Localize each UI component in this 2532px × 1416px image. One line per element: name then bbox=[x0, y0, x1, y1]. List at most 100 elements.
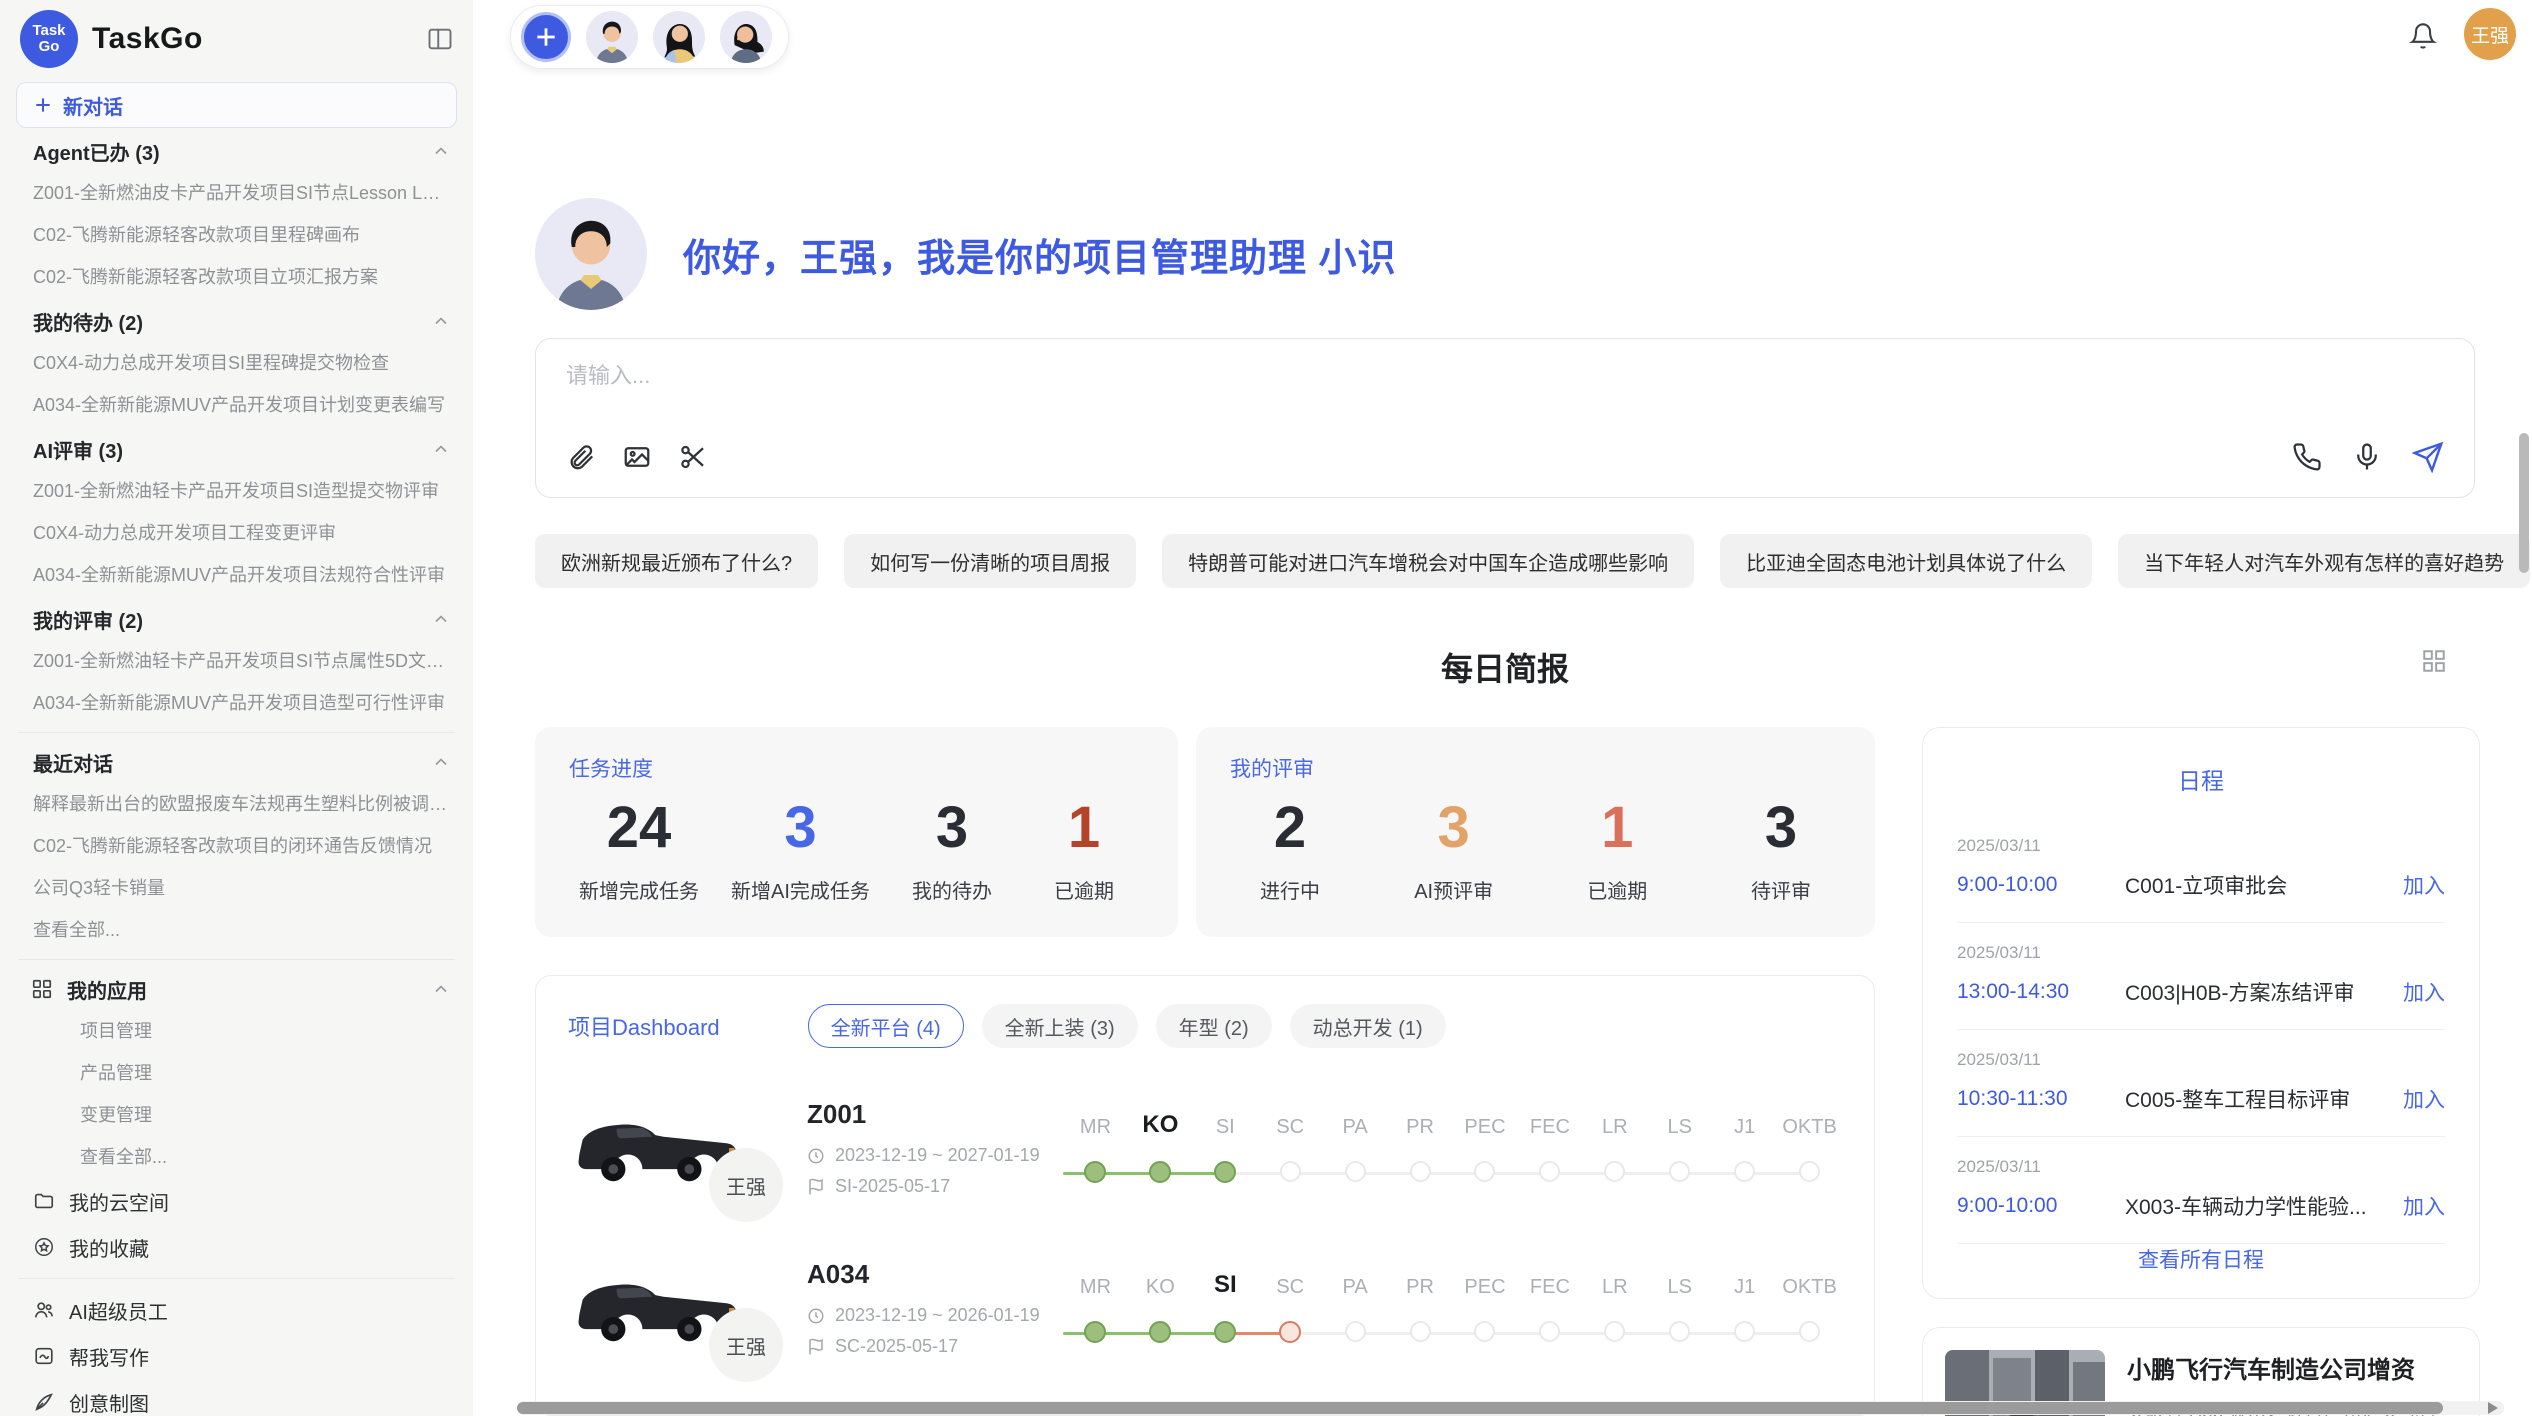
milestone-dot-done bbox=[1149, 1321, 1171, 1343]
sidebar-item-creative-drawing[interactable]: 创意制图 bbox=[16, 1379, 457, 1416]
sidebar-chat-item[interactable]: C02-飞腾新能源轻客改款项目的闭环通告反馈情况 bbox=[16, 825, 457, 867]
tab-all-new-platform[interactable]: 全新平台 (4) bbox=[808, 1004, 964, 1048]
screenshot-scissors-icon[interactable] bbox=[678, 442, 708, 472]
project-dates: 2023-12-19 ~ 2027-01-19 bbox=[835, 1145, 1040, 1166]
milestone-label: PR bbox=[1388, 1276, 1453, 1299]
chevron-up-icon bbox=[431, 141, 451, 161]
section-title: 最近对话 bbox=[33, 748, 113, 777]
send-icon[interactable] bbox=[2412, 441, 2444, 473]
milestone-label: PA bbox=[1323, 1276, 1388, 1299]
clock-icon bbox=[807, 1307, 825, 1325]
schedule-date: 2025/03/11 bbox=[1957, 1157, 2445, 1177]
suggestion-chip[interactable]: 如何写一份清晰的项目周报 bbox=[844, 534, 1136, 588]
layout-grid-icon[interactable] bbox=[2421, 648, 2447, 679]
microphone-icon[interactable] bbox=[2352, 442, 2382, 472]
milestone-dot-pending bbox=[1734, 1161, 1755, 1182]
sidebar-collapse-icon[interactable] bbox=[423, 22, 457, 56]
suggestion-chip[interactable]: 欧洲新规最近颁布了什么? bbox=[535, 534, 818, 588]
view-all-schedule-link[interactable]: 查看所有日程 bbox=[1957, 1244, 2445, 1274]
sidebar-chat-item[interactable]: 解释最新出台的欧盟报废车法规再生塑料比例被调至15%... bbox=[16, 783, 457, 825]
section-header-my-todo[interactable]: 我的待办 (2) bbox=[16, 300, 457, 342]
sidebar-app-item[interactable]: 变更管理 bbox=[16, 1094, 457, 1136]
agent-avatar-1[interactable] bbox=[586, 11, 638, 63]
sidebar-task-item[interactable]: A034-全新新能源MUV产品开发项目造型可行性评审 bbox=[16, 682, 457, 724]
join-link[interactable]: 加入 bbox=[2403, 870, 2445, 900]
cloud-space-label: 我的云空间 bbox=[69, 1187, 169, 1216]
project-owner-badge: 王强 bbox=[709, 1148, 783, 1222]
hero-section: 你好，王强，我是你的项目管理助理 小识 bbox=[535, 198, 2475, 310]
join-link[interactable]: 加入 bbox=[2403, 1084, 2445, 1114]
sidebar-app-item[interactable]: 产品管理 bbox=[16, 1052, 457, 1094]
milestone-dot-done bbox=[1084, 1161, 1106, 1183]
schedule-time: 13:00-14:30 bbox=[1957, 980, 2125, 1004]
my-review-card: 我的评审 2 进行中 3 AI预评审 bbox=[1196, 727, 1875, 937]
new-chat-button[interactable]: 新对话 bbox=[16, 82, 457, 128]
milestone-dot-done bbox=[1149, 1161, 1171, 1183]
section-header-ai-review[interactable]: AI评审 (3) bbox=[16, 428, 457, 470]
sidebar-item-ai-super-staff[interactable]: AI超级员工 bbox=[16, 1287, 457, 1333]
section-header-my-review[interactable]: 我的评审 (2) bbox=[16, 598, 457, 640]
tab-model-year[interactable]: 年型 (2) bbox=[1156, 1004, 1272, 1048]
sidebar-task-item[interactable]: C0X4-动力总成开发项目工程变更评审 bbox=[16, 512, 457, 554]
sidebar-item-cloud-space[interactable]: 我的云空间 bbox=[16, 1178, 457, 1224]
attachment-icon[interactable] bbox=[566, 442, 596, 472]
join-link[interactable]: 加入 bbox=[2403, 977, 2445, 1007]
section-header-recent-chats[interactable]: 最近对话 bbox=[16, 741, 457, 783]
milestone-dot-pending bbox=[1604, 1161, 1625, 1182]
section-header-agent-done[interactable]: Agent已办 (3) bbox=[16, 130, 457, 172]
project-row-a034[interactable]: 王强 A034 2023-12-19 ~ 2026-01-19 bbox=[568, 1238, 1842, 1378]
horizontal-scrollbar[interactable] bbox=[517, 1401, 2504, 1415]
schedule-event-title: C001-立项审批会 bbox=[2125, 870, 2403, 900]
voice-call-icon[interactable] bbox=[2292, 442, 2322, 472]
vertical-scrollbar-thumb[interactable] bbox=[2519, 433, 2529, 573]
schedule-time: 9:00-10:00 bbox=[1957, 873, 2125, 897]
tab-powertrain-dev[interactable]: 动总开发 (1) bbox=[1290, 1004, 1446, 1048]
project-row-z001[interactable]: 王强 Z001 2023-12-19 ~ 2027-01-19 bbox=[568, 1078, 1842, 1218]
scroll-right-arrow[interactable] bbox=[2488, 1402, 2498, 1414]
horizontal-scrollbar-thumb[interactable] bbox=[517, 1402, 2443, 1414]
suggestion-chip[interactable]: 比亚迪全固态电池计划具体说了什么 bbox=[1720, 534, 2092, 588]
sidebar-task-item[interactable]: Z001-全新燃油轻卡产品开发项目SI节点属性5D文件评审 bbox=[16, 640, 457, 682]
sidebar-task-item[interactable]: C02-飞腾新能源轻客改款项目立项汇报方案 bbox=[16, 256, 457, 298]
section-title: 我的应用 bbox=[67, 975, 147, 1004]
sidebar-item-help-me-write[interactable]: 帮我写作 bbox=[16, 1333, 457, 1379]
sidebar-task-item[interactable]: Z001-全新燃油轻卡产品开发项目SI造型提交物评审 bbox=[16, 470, 457, 512]
logo-row: Task Go TaskGo bbox=[16, 8, 457, 70]
logo-text-top: Task bbox=[32, 23, 65, 39]
section-header-my-apps[interactable]: 我的应用 bbox=[16, 968, 457, 1010]
new-chat-label: 新对话 bbox=[63, 91, 123, 120]
milestone-label: SI bbox=[1193, 1271, 1258, 1299]
tab-all-new-body[interactable]: 全新上装 (3) bbox=[982, 1004, 1138, 1048]
sidebar-task-item[interactable]: C02-飞腾新能源轻客改款项目里程碑画布 bbox=[16, 214, 457, 256]
sidebar-task-item[interactable]: A034-全新新能源MUV产品开发项目法规符合性评审 bbox=[16, 554, 457, 596]
milestone-dot-pending bbox=[1474, 1161, 1495, 1182]
section-list-recent-chats: 解释最新出台的欧盟报废车法规再生塑料比例被调至15%...C02-飞腾新能源轻客… bbox=[16, 783, 457, 951]
user-name: 王强 bbox=[2471, 21, 2509, 48]
sidebar-task-item[interactable]: A034-全新新能源MUV产品开发项目计划变更表编写 bbox=[16, 384, 457, 426]
greeting-title: 你好，王强，我是你的项目管理助理 小识 bbox=[683, 227, 1397, 282]
sidebar-app-item[interactable]: 项目管理 bbox=[16, 1010, 457, 1052]
pen-icon bbox=[33, 1391, 55, 1413]
agent-avatar-3[interactable] bbox=[720, 11, 772, 63]
sidebar-item-favorites[interactable]: 我的收藏 bbox=[16, 1224, 457, 1270]
agent-avatar-2[interactable] bbox=[653, 11, 705, 63]
add-agent-button[interactable] bbox=[521, 12, 571, 62]
sidebar-chat-item[interactable]: 公司Q3轻卡销量 bbox=[16, 867, 457, 909]
schedule-event-title: C005-整车工程目标评审 bbox=[2125, 1084, 2403, 1114]
suggestion-chip[interactable]: 特朗普可能对进口汽车增税会对中国车企造成哪些影响 bbox=[1162, 534, 1694, 588]
join-link[interactable]: 加入 bbox=[2403, 1191, 2445, 1221]
milestone-dot-pending bbox=[1539, 1321, 1560, 1342]
app-title: TaskGo bbox=[92, 22, 423, 56]
image-upload-icon[interactable] bbox=[622, 442, 652, 472]
sidebar-chat-item[interactable]: 查看全部... bbox=[16, 909, 457, 951]
sidebar: Task Go TaskGo 新对话 Agent已办 (3) Z001-全新燃油… bbox=[0, 0, 473, 1416]
suggestion-chip[interactable]: 当下年轻人对汽车外观有怎样的喜好趋势 bbox=[2118, 534, 2530, 588]
composer-input[interactable] bbox=[566, 363, 2444, 389]
sidebar-task-item[interactable]: Z001-全新燃油皮卡产品开发项目SI节点Lesson Learn报告 bbox=[16, 172, 457, 214]
briefing-title: 每日简报 bbox=[1441, 651, 1569, 687]
apps-list: 项目管理产品管理变更管理查看全部... bbox=[16, 1010, 457, 1178]
clock-icon bbox=[807, 1147, 825, 1165]
milestone-dot-pending bbox=[1280, 1161, 1301, 1182]
sidebar-app-item[interactable]: 查看全部... bbox=[16, 1136, 457, 1178]
sidebar-task-item[interactable]: C0X4-动力总成开发项目SI里程碑提交物检查 bbox=[16, 342, 457, 384]
